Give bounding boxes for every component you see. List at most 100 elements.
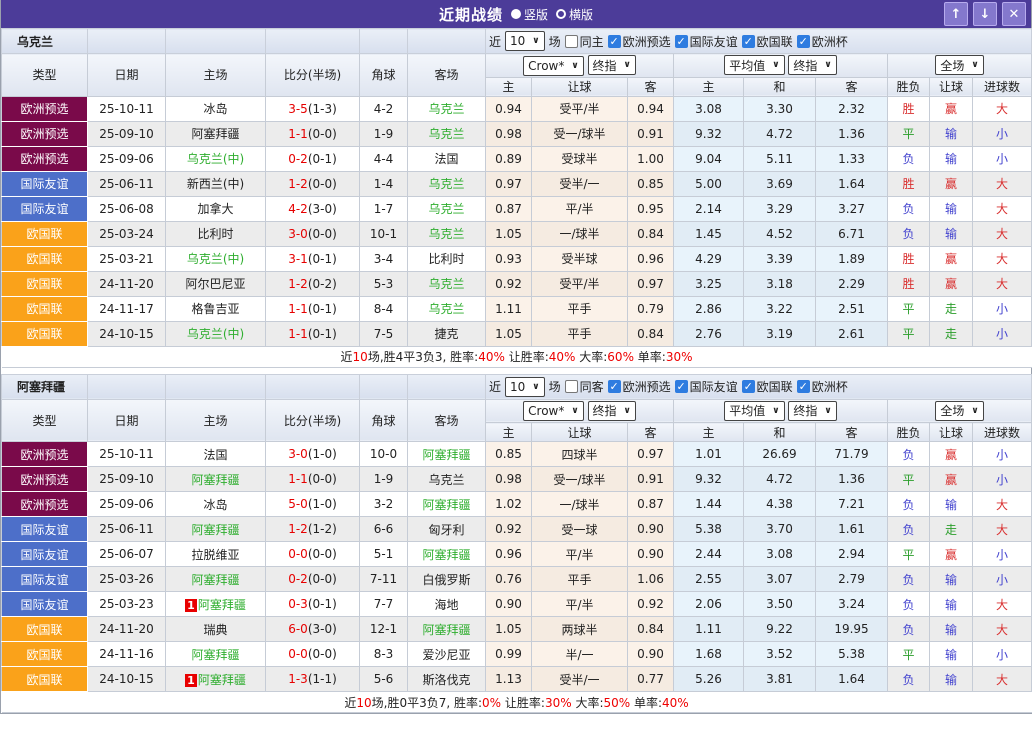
away-team-cell: 法国	[408, 146, 486, 171]
handicap-line-cell: 平/半	[532, 542, 628, 567]
league-checkbox-nations[interactable]: ✓	[742, 35, 755, 48]
same-home-checkbox[interactable]	[565, 35, 578, 48]
table-header-row: 类型 日期 主场 比分(半场) 角球 客场 Crow*∨ 终指∨ 平均值∨ 终指…	[2, 399, 1032, 423]
recent-results-window: 近期战绩 竖版 横版 ↑ ↓ ✕ 乌克兰	[0, 0, 1032, 714]
layout-vertical-radio[interactable]: 竖版	[511, 6, 548, 23]
match-row: 欧洲预选25-09-06乌克兰(中)0-2(0-1)4-4法国0.89受球半1.…	[2, 146, 1032, 171]
avg-away-odds-cell: 7.21	[816, 492, 888, 517]
league-cell: 国际友谊	[2, 592, 88, 617]
bookmaker-index-select[interactable]: 终指∨	[588, 401, 636, 421]
avg-draw-odds-cell: 3.39	[744, 246, 816, 271]
corner-cell: 8-4	[360, 296, 408, 321]
col-date: 日期	[88, 54, 166, 97]
dropdown-arrow-icon: ∨	[571, 406, 578, 416]
bookmaker-select[interactable]: Crow*∨	[523, 56, 584, 76]
corner-cell: 12-1	[360, 617, 408, 642]
avg-home-odds-cell: 1.11	[674, 617, 744, 642]
matches-body: 欧洲预选25-10-11法国3-0(1-0)10-0阿塞拜疆0.85四球半0.9…	[2, 442, 1032, 692]
avg-draw-odds-cell: 3.18	[744, 271, 816, 296]
layout-horizontal-radio[interactable]: 横版	[556, 6, 593, 23]
bookmaker-index-select[interactable]: 终指∨	[588, 55, 636, 75]
league-checkbox-euro-qualifier[interactable]: ✓	[608, 380, 621, 393]
col-away: 客场	[408, 54, 486, 97]
league-checkbox-eurocup[interactable]: ✓	[797, 380, 810, 393]
col-avg-home: 主	[674, 423, 744, 442]
league-label-nations: 欧国联	[757, 378, 793, 395]
move-up-button[interactable]: ↑	[944, 2, 968, 26]
fulltime-select[interactable]: 全场∨	[935, 401, 983, 421]
handicap-away-odds-cell: 0.97	[628, 442, 674, 467]
col-crow-away: 客	[628, 423, 674, 442]
avg-away-odds-cell: 1.36	[816, 467, 888, 492]
away-team-cell: 阿塞拜疆	[408, 617, 486, 642]
avg-away-odds-cell: 2.61	[816, 321, 888, 346]
average-index-select[interactable]: 终指∨	[788, 55, 836, 75]
window-title: 近期战绩	[439, 4, 503, 25]
date-cell: 24-11-20	[88, 271, 166, 296]
match-row: 欧洲预选25-10-11冰岛3-5(1-3)4-2乌克兰0.94受平/半0.94…	[2, 96, 1032, 121]
match-row: 欧洲预选25-10-11法国3-0(1-0)10-0阿塞拜疆0.85四球半0.9…	[2, 442, 1032, 467]
away-team-cell: 阿塞拜疆	[408, 442, 486, 467]
fulltime-select[interactable]: 全场∨	[935, 55, 983, 75]
match-count-select[interactable]: 10∨	[505, 377, 545, 397]
match-row: 欧国联24-11-20瑞典6-0(3-0)12-1阿塞拜疆1.05两球半0.84…	[2, 617, 1032, 642]
league-checkbox-euro-qualifier[interactable]: ✓	[608, 35, 621, 48]
away-team-cell: 乌克兰	[408, 121, 486, 146]
move-down-button[interactable]: ↓	[973, 2, 997, 26]
home-team-cell: 阿塞拜疆	[166, 517, 266, 542]
date-cell: 24-11-16	[88, 642, 166, 667]
avg-away-odds-cell: 2.29	[816, 271, 888, 296]
handicap-line-cell: 一/球半	[532, 492, 628, 517]
result-goals-cell: 小	[973, 567, 1032, 592]
league-checkbox-friendly[interactable]: ✓	[675, 35, 688, 48]
handicap-home-odds-cell: 1.13	[486, 667, 532, 692]
away-team-cell: 捷克	[408, 321, 486, 346]
handicap-home-odds-cell: 0.90	[486, 592, 532, 617]
avg-home-odds-cell: 5.00	[674, 171, 744, 196]
away-team-cell: 白俄罗斯	[408, 567, 486, 592]
home-team-cell: 格鲁吉亚	[166, 296, 266, 321]
average-select[interactable]: 平均值∨	[724, 55, 784, 75]
bookmaker-select[interactable]: Crow*∨	[523, 401, 584, 421]
match-row: 欧国联25-03-21乌克兰(中)3-1(0-1)3-4比利时0.93受半球0.…	[2, 246, 1032, 271]
col-avg-draw: 和	[744, 423, 816, 442]
avg-home-odds-cell: 1.45	[674, 221, 744, 246]
handicap-away-odds-cell: 0.84	[628, 221, 674, 246]
date-cell: 25-03-26	[88, 567, 166, 592]
home-team-cell: 阿塞拜疆	[166, 642, 266, 667]
dropdown-arrow-icon: ∨	[772, 60, 779, 70]
avg-home-odds-cell: 2.55	[674, 567, 744, 592]
handicap-home-odds-cell: 0.92	[486, 517, 532, 542]
close-button[interactable]: ✕	[1002, 2, 1026, 26]
dropdown-arrow-icon: ∨	[532, 36, 539, 46]
match-row: 欧洲预选25-09-10阿塞拜疆1-1(0-0)1-9乌克兰0.98受一/球半0…	[2, 121, 1032, 146]
league-checkbox-eurocup[interactable]: ✓	[797, 35, 810, 48]
avg-draw-odds-cell: 3.30	[744, 96, 816, 121]
league-cell: 欧洲预选	[2, 121, 88, 146]
result-handicap-cell: 输	[930, 221, 973, 246]
result-goals-cell: 大	[973, 592, 1032, 617]
league-checkbox-friendly[interactable]: ✓	[675, 380, 688, 393]
average-index-select[interactable]: 终指∨	[788, 401, 836, 421]
match-count-select[interactable]: 10∨	[505, 31, 545, 51]
away-team-cell: 匈牙利	[408, 517, 486, 542]
same-away-checkbox[interactable]	[565, 380, 578, 393]
average-select[interactable]: 平均值∨	[724, 401, 784, 421]
home-team-cell: 阿塞拜疆	[166, 567, 266, 592]
home-team-cell: 1阿塞拜疆	[166, 667, 266, 692]
away-team-cell: 阿塞拜疆	[408, 542, 486, 567]
league-cell: 欧洲预选	[2, 467, 88, 492]
match-row: 国际友谊25-03-26阿塞拜疆0-2(0-0)7-11白俄罗斯0.76平手1.…	[2, 567, 1032, 592]
avg-home-odds-cell: 2.76	[674, 321, 744, 346]
league-label-euro-qualifier: 欧洲预选	[623, 33, 671, 50]
handicap-line-cell: 受半球	[532, 246, 628, 271]
red-card-badge: 1	[185, 599, 197, 612]
date-cell: 24-10-15	[88, 667, 166, 692]
handicap-away-odds-cell: 0.79	[628, 296, 674, 321]
league-checkbox-nations[interactable]: ✓	[742, 380, 755, 393]
corner-cell: 10-0	[360, 442, 408, 467]
league-cell: 国际友谊	[2, 542, 88, 567]
date-cell: 24-10-15	[88, 321, 166, 346]
league-cell: 国际友谊	[2, 171, 88, 196]
corner-cell: 1-9	[360, 467, 408, 492]
